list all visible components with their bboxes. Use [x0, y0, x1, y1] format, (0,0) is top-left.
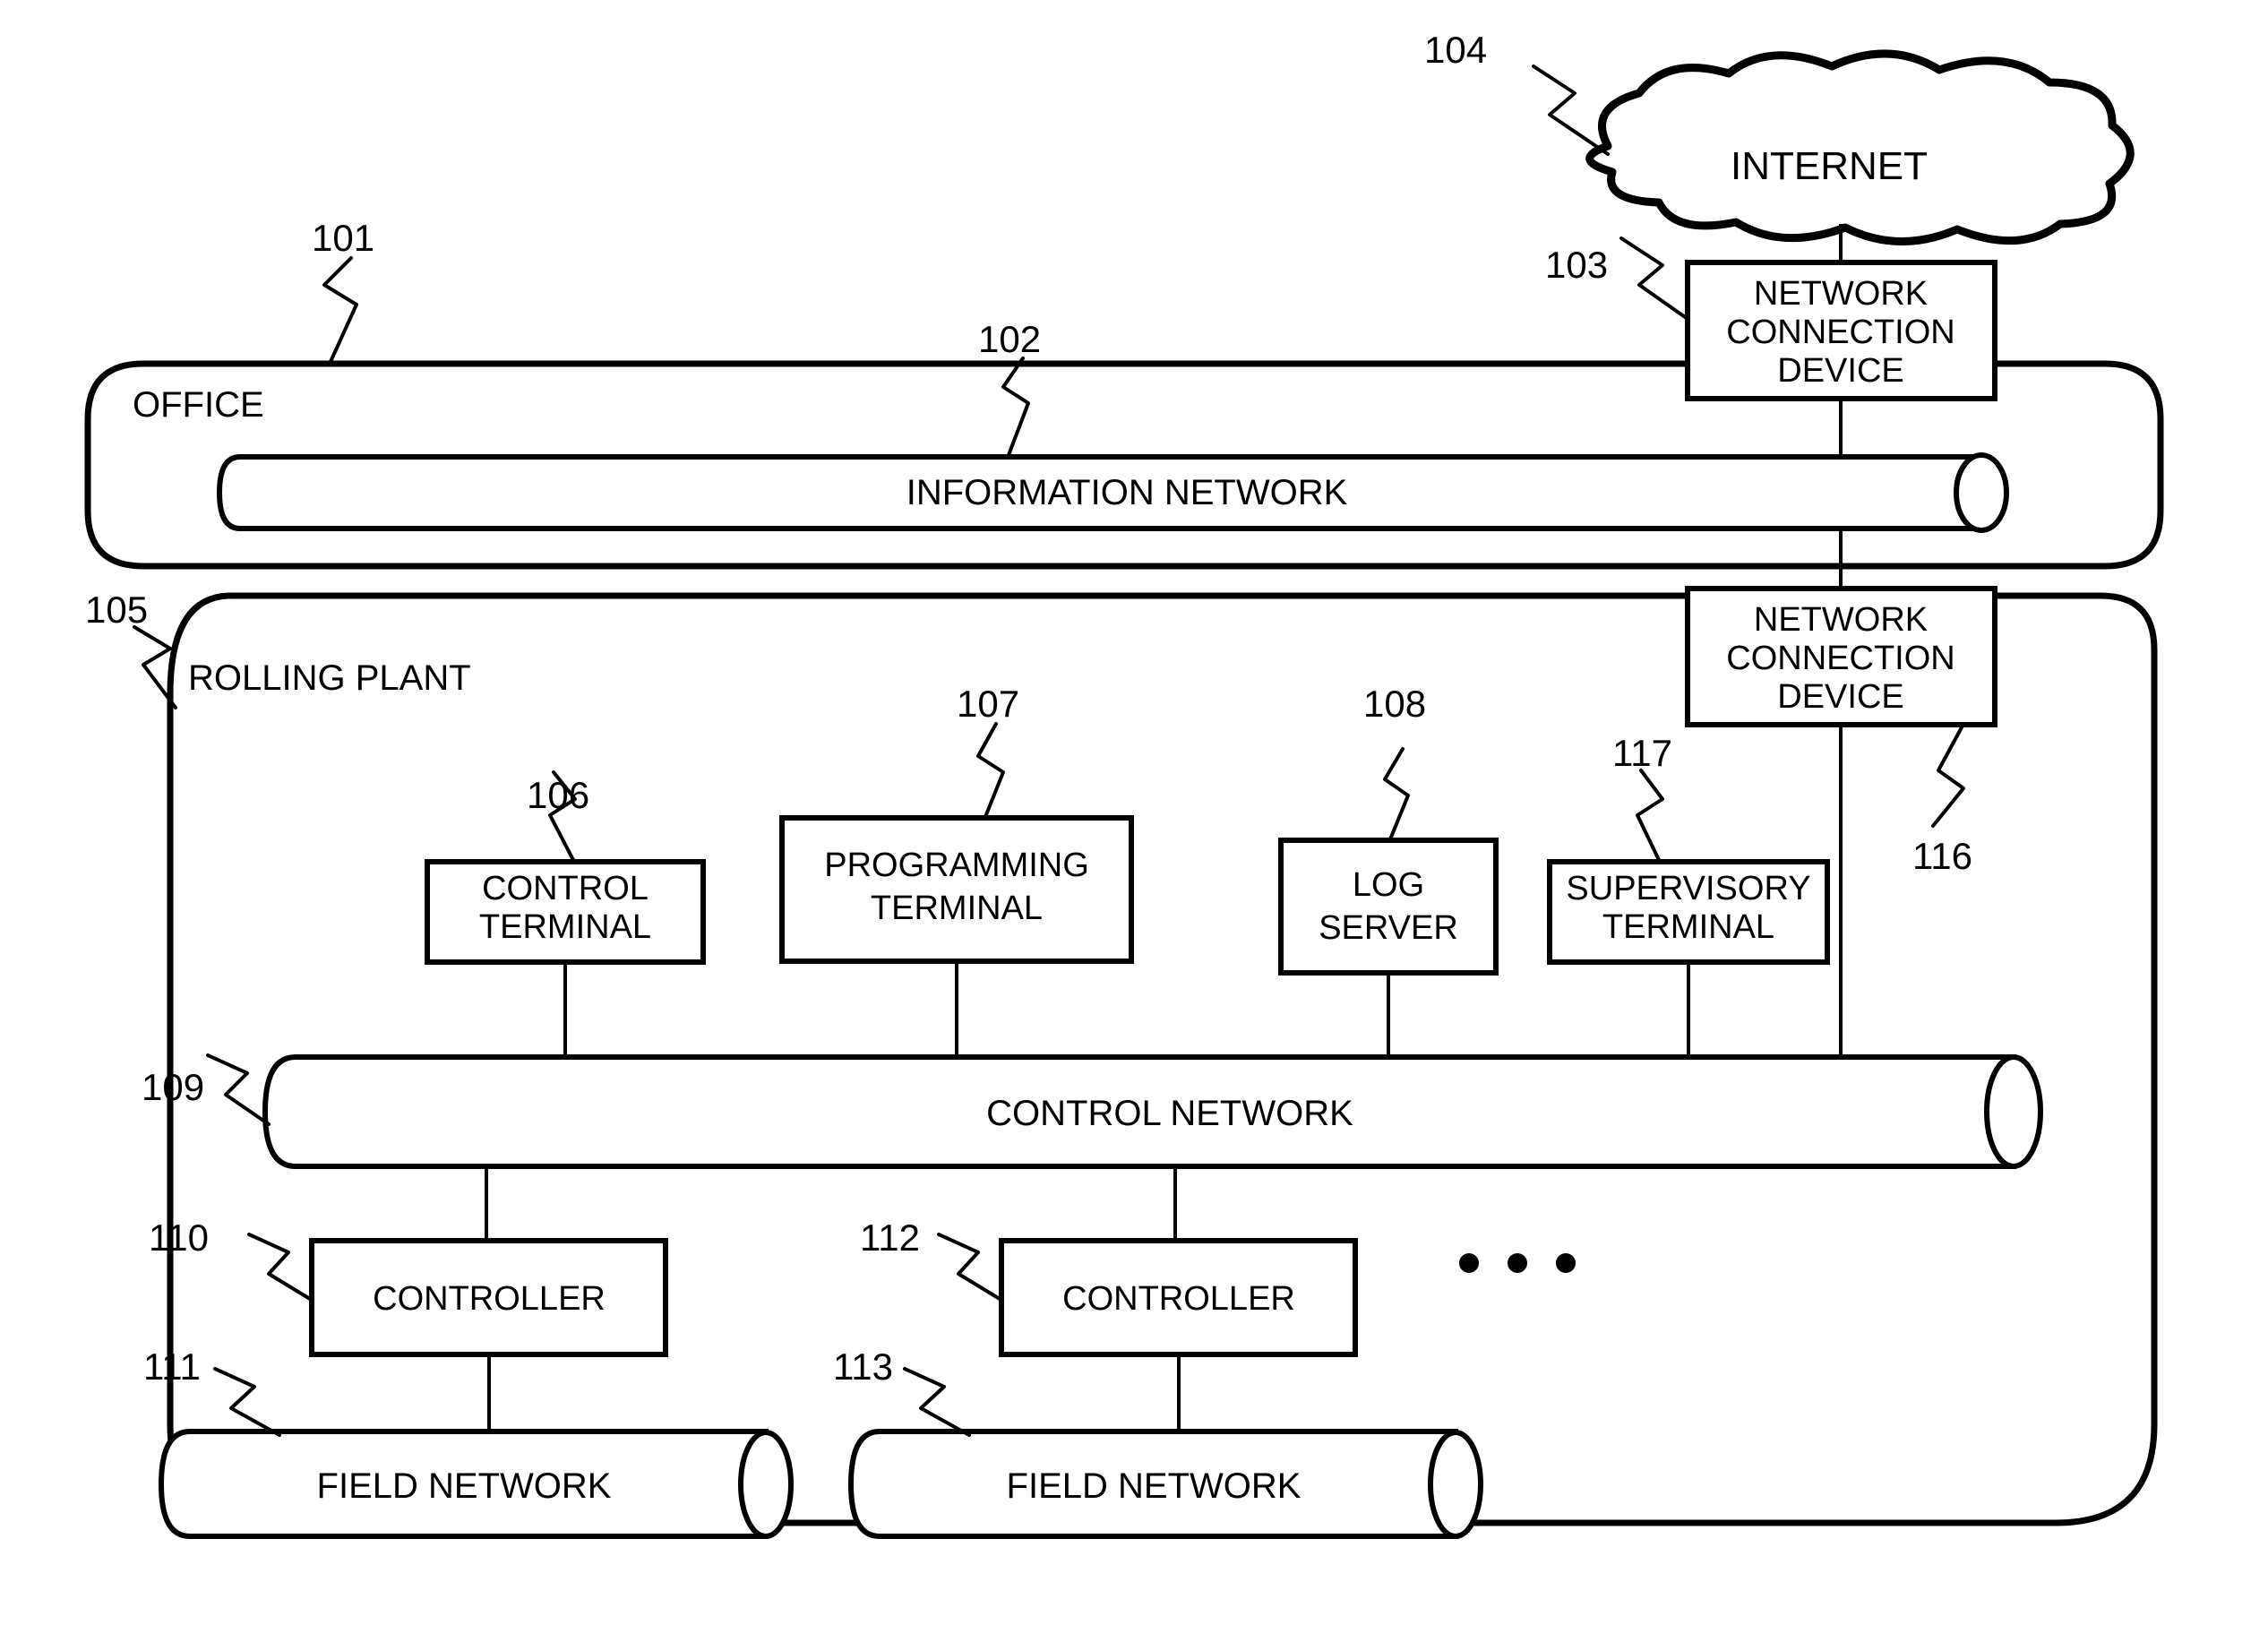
field-network-1-label: FIELD NETWORK — [317, 1466, 612, 1506]
ref-111-label: 111 — [143, 1345, 201, 1388]
office-zone-label: OFFICE — [133, 385, 264, 425]
ref-116-leader — [1931, 726, 1965, 828]
controller-1-box: CONTROLLER — [309, 1238, 668, 1357]
ref-111-leader — [213, 1367, 281, 1437]
ref-108-leader — [1383, 747, 1410, 841]
control-terminal-line-1: CONTROL — [482, 870, 649, 907]
ref-110-label: 110 — [149, 1216, 209, 1259]
ref-105-label: 105 — [85, 589, 148, 631]
patent-figure-canvas: OFFICE 101 INFORMATION NETWORK 102 INTER… — [84, 29, 2164, 1539]
ref-104-label: 104 — [1424, 29, 1487, 71]
ref-112-label: 112 — [860, 1216, 920, 1259]
ncd-office-line-1: NETWORK — [1754, 275, 1928, 313]
log-server-line-1: LOG — [1353, 866, 1424, 904]
ref-103-label: 103 — [1545, 244, 1608, 286]
network-connection-device-plant: NETWORK CONNECTION DEVICE — [1685, 586, 1997, 727]
ncd-office-line-3: DEVICE — [1777, 352, 1903, 390]
ref-110-leader — [247, 1233, 312, 1301]
programming-terminal-line-1: PROGRAMMING — [824, 847, 1089, 884]
controller-2-box: CONTROLLER — [999, 1238, 1358, 1357]
ref-102-leader — [1001, 357, 1030, 457]
ref-102-label: 102 — [978, 318, 1041, 360]
control-terminal-line-2: TERMINAL — [479, 908, 651, 946]
controller-1-label: CONTROLLER — [373, 1280, 606, 1318]
ref-103-leader — [1619, 236, 1689, 321]
ref-109-label: 109 — [142, 1066, 204, 1108]
internet-label: INTERNET — [1731, 144, 1928, 188]
supervisory-terminal-line-2: TERMINAL — [1602, 908, 1774, 946]
supervisory-terminal-box: SUPERVISORY TERMINAL — [1547, 859, 1830, 965]
ref-113-label: 113 — [833, 1345, 893, 1388]
ncd-plant-line-2: CONNECTION — [1726, 640, 1954, 677]
network-connection-device-office: NETWORK CONNECTION DEVICE — [1685, 260, 1997, 401]
ref-117-leader — [1636, 769, 1664, 862]
ref-101-label: 101 — [312, 217, 374, 259]
control-terminal-box: CONTROL TERMINAL — [425, 859, 706, 965]
information-network-label: INFORMATION NETWORK — [906, 473, 1348, 512]
ref-104-leader — [1532, 64, 1610, 156]
programming-terminal-line-2: TERMINAL — [871, 890, 1043, 927]
programming-terminal-box: PROGRAMMING TERMINAL — [779, 815, 1134, 964]
ncd-plant-line-1: NETWORK — [1754, 601, 1928, 639]
supervisory-terminal-line-1: SUPERVISORY — [1566, 870, 1810, 907]
ref-116-label: 116 — [1912, 835, 1972, 877]
field-network-2-label: FIELD NETWORK — [1007, 1466, 1302, 1506]
ref-107-label: 107 — [957, 683, 1019, 725]
controller-2-label: CONTROLLER — [1062, 1280, 1295, 1318]
ref-107-leader — [976, 722, 1005, 819]
ref-117-label: 117 — [1612, 732, 1672, 774]
ref-109-leader — [206, 1053, 271, 1126]
ncd-plant-line-3: DEVICE — [1777, 678, 1903, 716]
ref-106-label: 106 — [527, 774, 589, 816]
ref-101-leader — [322, 256, 358, 365]
ncd-office-line-2: CONNECTION — [1726, 314, 1954, 351]
ref-108-label: 108 — [1363, 683, 1426, 725]
rolling-plant-zone-label: ROLLING PLANT — [188, 658, 471, 698]
log-server-box: LOG SERVER — [1278, 838, 1499, 976]
control-network-label: CONTROL NETWORK — [986, 1094, 1353, 1133]
ref-112-leader — [937, 1233, 1001, 1301]
log-server-line-2: SERVER — [1319, 909, 1458, 947]
ref-113-leader — [903, 1367, 971, 1437]
more-controllers-ellipsis — [1459, 1253, 1576, 1273]
